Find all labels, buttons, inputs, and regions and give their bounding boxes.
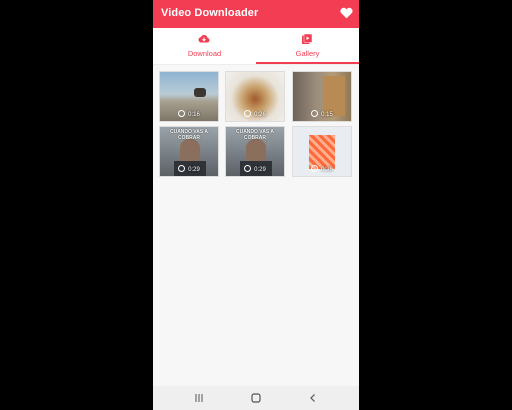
clock-icon bbox=[244, 165, 252, 172]
tab-gallery[interactable]: Gallery bbox=[256, 28, 359, 64]
video-thumbnail[interactable]: 0:26 bbox=[225, 71, 285, 122]
video-thumbnail[interactable]: 0:36 bbox=[292, 126, 352, 177]
system-navbar bbox=[153, 386, 359, 410]
video-thumbnail[interactable]: 0:15 bbox=[292, 71, 352, 122]
heart-icon[interactable] bbox=[340, 7, 353, 19]
video-caption: CUANDO VAS A COBRAR bbox=[169, 129, 209, 141]
duration-label: 0:29 bbox=[226, 165, 284, 173]
video-thumbnail[interactable]: CUANDO VAS A COBRAR 0:29 bbox=[225, 126, 285, 177]
clock-icon bbox=[244, 110, 252, 117]
back-icon[interactable] bbox=[307, 392, 319, 404]
video-thumbnail[interactable]: CUANDO VAS A COBRAR 0:29 bbox=[159, 126, 219, 177]
home-icon[interactable] bbox=[250, 392, 262, 404]
app-bar: Video Downloader bbox=[153, 0, 359, 28]
duration-label: 0:26 bbox=[226, 110, 284, 118]
duration-label: 0:36 bbox=[293, 165, 351, 173]
clock-icon bbox=[178, 165, 186, 172]
video-thumbnail[interactable]: 0:16 bbox=[159, 71, 219, 122]
app-title: Video Downloader bbox=[161, 7, 259, 19]
phone-screen: Video Downloader Download Gallery 0:16 0… bbox=[153, 0, 359, 410]
tab-gallery-label: Gallery bbox=[295, 49, 320, 58]
video-caption: CUANDO VAS A COBRAR bbox=[235, 129, 275, 141]
tab-bar: Download Gallery bbox=[153, 28, 359, 65]
cloud-download-icon bbox=[198, 35, 210, 43]
clock-icon bbox=[311, 110, 319, 117]
clock-icon bbox=[311, 165, 319, 172]
clock-icon bbox=[178, 110, 186, 117]
tab-download-label: Download bbox=[187, 49, 222, 58]
tab-download[interactable]: Download bbox=[153, 28, 256, 64]
duration-label: 0:29 bbox=[160, 165, 218, 173]
recent-apps-icon[interactable] bbox=[193, 392, 205, 404]
duration-label: 0:15 bbox=[293, 110, 351, 118]
duration-label: 0:16 bbox=[160, 110, 218, 118]
video-library-icon bbox=[302, 33, 313, 44]
